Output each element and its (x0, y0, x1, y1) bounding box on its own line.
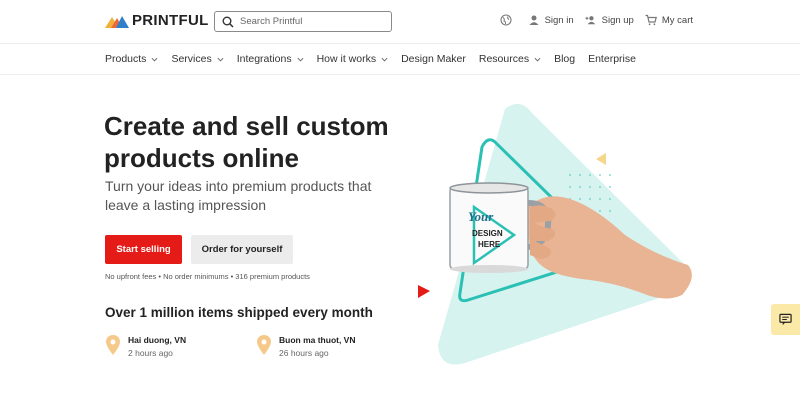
location-pin-icon (106, 335, 120, 355)
nav-products-label: Products (105, 53, 147, 65)
mug-text-design: DESIGN (472, 229, 503, 238)
recent-order-2: Buon ma thuot, VN 26 hours ago (256, 334, 356, 360)
chat-widget-button[interactable] (771, 304, 800, 335)
chevron-down-icon (217, 57, 224, 61)
printful-logo-icon (105, 15, 129, 28)
chevron-down-icon (534, 57, 541, 61)
nav-resources-label: Resources (478, 53, 530, 65)
order-location: Hai duong, VN (128, 335, 187, 345)
location-pin-icon (257, 335, 271, 355)
start-selling-button[interactable]: Start selling (105, 235, 182, 264)
nav-services[interactable]: Services (171, 53, 224, 65)
cart-link[interactable]: My cart (645, 14, 693, 26)
hero-subtitle: Turn your ideas into premium products th… (105, 178, 372, 213)
nav-enterprise[interactable]: Enterprise (588, 53, 636, 65)
printful-logo[interactable]: PRINTFUL (105, 12, 209, 29)
nav-products[interactable]: Products (105, 53, 158, 65)
order-time: 26 hours ago (279, 348, 329, 358)
order-time: 2 hours ago (128, 348, 173, 358)
order-location: Buon ma thuot, VN (279, 335, 356, 345)
chat-icon (779, 313, 792, 326)
search-icon (222, 16, 234, 28)
add-user-icon (585, 16, 595, 25)
mug-text-your: Your (468, 209, 494, 224)
sign-up-link[interactable]: Sign up (585, 14, 634, 26)
main-nav: Products Services Integrations How it wo… (0, 44, 800, 75)
hero-fineprint: No upfront fees • No order minimums • 31… (105, 272, 310, 281)
header-actions: Sign in Sign up My cart (489, 14, 693, 26)
nav-design-maker[interactable]: Design Maker (401, 53, 466, 65)
chevron-down-icon (381, 57, 388, 61)
site-header: PRINTFUL Sign in (0, 0, 800, 44)
mug-text-here: HERE (478, 240, 501, 249)
sign-in-label: Sign in (544, 14, 574, 26)
sign-in-link[interactable]: Sign in (528, 14, 574, 26)
nav-how-it-works-label: How it works (316, 53, 377, 65)
nav-blog-label: Blog (554, 53, 576, 65)
nav-enterprise-label: Enterprise (588, 53, 636, 65)
nav-resources[interactable]: Resources (479, 53, 541, 65)
nav-how-it-works[interactable]: How it works (317, 53, 389, 65)
nav-integrations[interactable]: Integrations (237, 53, 304, 65)
brand-name: PRINTFUL (132, 12, 209, 29)
shipped-heading: Over 1 million items shipped every month (105, 305, 373, 320)
red-triangle-shape (418, 285, 430, 298)
recent-order-1: Hai duong, VN 2 hours ago (105, 334, 186, 360)
nav-blog[interactable]: Blog (554, 53, 575, 65)
hero-illustration: Your DESIGN HERE (418, 103, 692, 365)
nav-services-label: Services (171, 53, 212, 65)
chevron-down-icon (151, 57, 158, 61)
nav-design-maker-label: Design Maker (401, 53, 466, 65)
cart-icon (645, 14, 657, 26)
search-input[interactable] (240, 16, 380, 27)
cart-label: My cart (661, 14, 693, 26)
mug-body (449, 186, 529, 270)
nav-integrations-label: Integrations (236, 53, 292, 65)
user-icon (529, 15, 539, 25)
chevron-down-icon (297, 57, 304, 61)
search-bar[interactable] (214, 11, 392, 32)
language-selector[interactable] (500, 14, 517, 26)
order-for-yourself-button[interactable]: Order for yourself (191, 235, 293, 264)
nav-items: Products Services Integrations How it wo… (105, 53, 649, 65)
sign-up-label: Sign up (601, 14, 634, 26)
mug-rim (449, 182, 529, 194)
globe-icon (500, 14, 512, 26)
yellow-triangle-shape (596, 153, 606, 165)
hero-title: Create and sell custom products online (104, 111, 389, 173)
